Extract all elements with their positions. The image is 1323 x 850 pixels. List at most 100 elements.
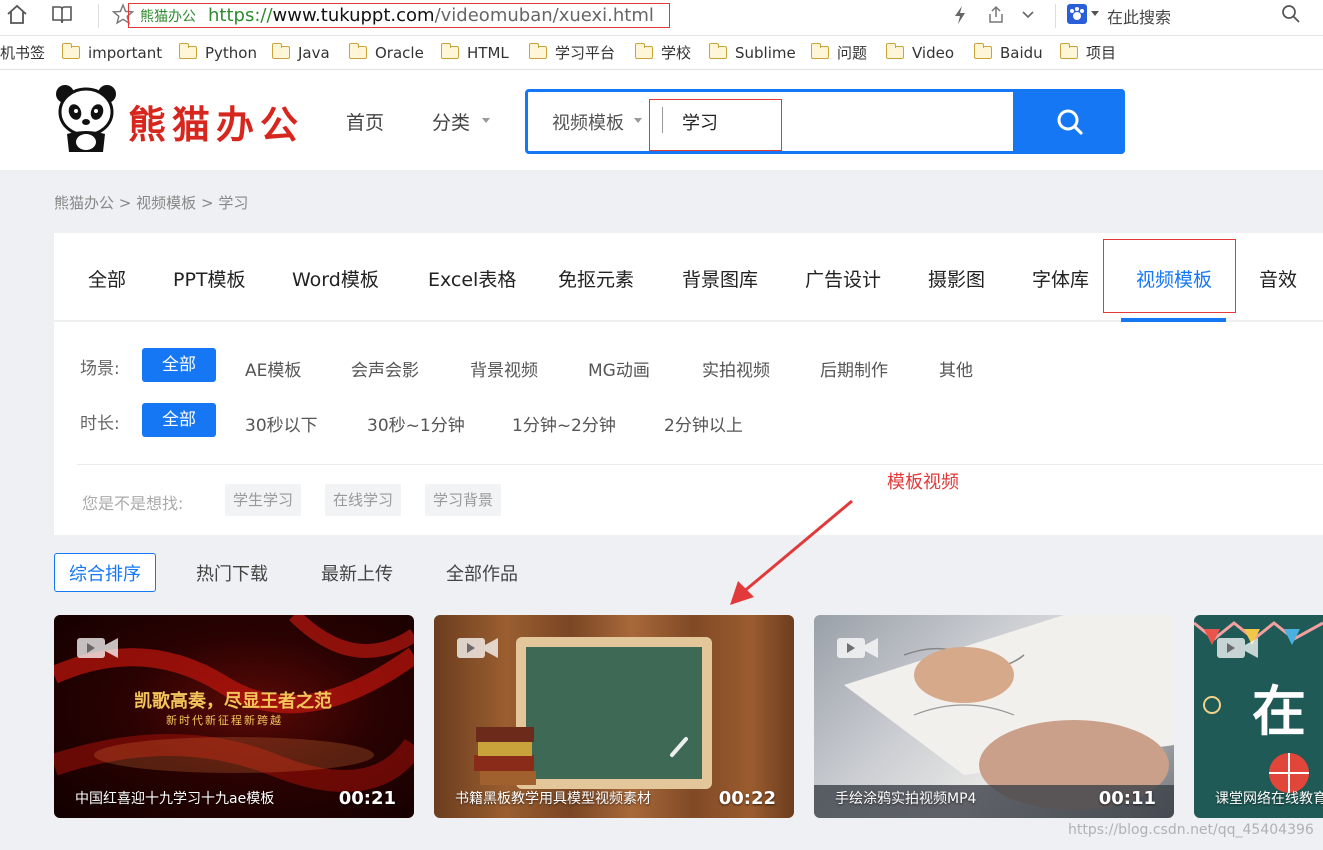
folder-icon [709, 43, 727, 59]
bookmark-folder-label: Oracle [375, 44, 424, 62]
card-duration: 00:11 [1098, 788, 1156, 809]
sort-latest[interactable]: 最新上传 [321, 560, 393, 586]
card-title: 书籍黑板教学用具模型视频素材 [455, 791, 651, 807]
bookmark-folder-label: important [88, 44, 163, 62]
search-button[interactable] [1013, 89, 1125, 154]
card-title: 中国红喜迎十九学习十九ae模板 [75, 791, 275, 807]
home-icon[interactable] [5, 3, 29, 25]
nav-category[interactable]: 分类 [432, 108, 470, 135]
scene-filter-item[interactable]: 后期制作 [820, 356, 888, 381]
suggest-tag[interactable]: 在线学习 [325, 484, 402, 516]
suggest-tag[interactable]: 学生学习 [225, 484, 302, 516]
duration-filter-item[interactable]: 1分钟~2分钟 [512, 411, 616, 436]
tab-elements[interactable]: 免抠元素 [558, 265, 634, 292]
breadcrumb-item[interactable]: 熊猫办公 [54, 194, 114, 212]
browser-search-input[interactable]: 在此搜索 [1107, 4, 1171, 28]
caret-down-icon[interactable] [481, 117, 491, 125]
video-card[interactable]: 手绘涂鸦实拍视频MP4 00:11 [814, 615, 1174, 818]
card-title: 课堂网络在线教育 [1215, 791, 1323, 807]
breadcrumb: 熊猫办公 > 视频模板 > 学习 [54, 192, 248, 213]
share-icon[interactable] [986, 5, 1006, 25]
search-type-select[interactable]: 视频模板 [552, 109, 624, 135]
nav-home[interactable]: 首页 [346, 108, 384, 135]
bookmark-folder[interactable]: HTML [441, 42, 509, 64]
sort-comprehensive[interactable]: 综合排序 [69, 560, 141, 586]
duration-filter-all[interactable]: 全部 [142, 403, 216, 437]
sort-hot-downloads[interactable]: 热门下载 [196, 560, 268, 586]
duration-filter-item[interactable]: 30秒~1分钟 [367, 411, 465, 436]
video-card[interactable]: 在 课堂网络在线教育 [1194, 615, 1323, 818]
scene-filter-all[interactable]: 全部 [142, 348, 216, 382]
folder-icon [179, 43, 197, 59]
tab-all[interactable]: 全部 [88, 265, 126, 292]
panda-logo-icon[interactable] [55, 82, 117, 154]
bookmark-folder[interactable]: Baidu [974, 42, 1043, 64]
video-camera-icon [1217, 638, 1258, 658]
scene-filter-item[interactable]: 会声会影 [351, 356, 419, 381]
bookmark-folder-label: Java [298, 44, 330, 62]
bookmark-folder[interactable]: Oracle [349, 42, 424, 64]
breadcrumb-item: 学习 [218, 194, 249, 212]
bookmark-folder[interactable]: 项目 [1060, 42, 1116, 64]
bookmark-folder-label: Sublime [735, 44, 796, 62]
video-camera-icon [457, 638, 498, 658]
reading-book-icon[interactable] [50, 3, 74, 25]
breadcrumb-separator: > [118, 194, 132, 212]
bookmark-folder[interactable]: Python [179, 42, 257, 64]
tab-fonts[interactable]: 字体库 [1032, 265, 1089, 292]
sort-all-works[interactable]: 全部作品 [446, 560, 518, 586]
folder-icon [635, 43, 653, 59]
video-card[interactable]: 凯歌高奏，尽显王者之范 新时代新征程新跨越 中国红喜迎十九学习十九ae模板 00… [54, 615, 414, 818]
scene-filter-item[interactable]: 其他 [939, 356, 973, 381]
bookmark-folder[interactable]: 学校 [635, 42, 691, 64]
scene-filter-item[interactable]: AE模板 [245, 356, 301, 381]
scene-filter-label: 场景: [80, 359, 120, 379]
toolbar-divider [98, 4, 99, 28]
duration-filter-item[interactable]: 30秒以下 [245, 411, 318, 436]
search-input-highlight-box [649, 99, 782, 151]
bookmarks-bar: 机书签 important Python Java Oracle HTML 学习… [0, 36, 1323, 70]
suggest-tag[interactable]: 学习背景 [425, 484, 502, 516]
bookmark-folder-label: HTML [467, 44, 509, 62]
search-icon[interactable] [1281, 4, 1301, 24]
lightning-icon[interactable] [952, 5, 968, 25]
annotation-label: 模板视频 [887, 472, 959, 493]
dropdown-caret-icon[interactable] [1090, 10, 1100, 18]
watermark-text: https://blog.csdn.net/qq_45404396 [1068, 822, 1314, 838]
tab-ppt[interactable]: PPT模板 [173, 265, 246, 292]
tab-word[interactable]: Word模板 [292, 265, 379, 292]
site-logo-text[interactable]: 熊猫办公 [128, 94, 304, 149]
folder-icon [811, 43, 829, 59]
tab-backgrounds[interactable]: 背景图库 [682, 265, 758, 292]
folder-icon [974, 43, 992, 59]
bookmark-folder[interactable]: 学习平台 [529, 42, 615, 64]
tab-photos[interactable]: 摄影图 [928, 265, 985, 292]
card-duration: 00:21 [338, 788, 396, 809]
duration-filter-item[interactable]: 2分钟以上 [664, 411, 743, 436]
bookmark-folder[interactable]: Java [272, 42, 330, 64]
duration-filter-label: 时长: [80, 414, 120, 434]
caret-down-icon[interactable] [633, 117, 643, 125]
chevron-down-icon[interactable] [1020, 7, 1036, 23]
bookmark-item[interactable]: 机书签 [0, 42, 45, 64]
breadcrumb-item[interactable]: 视频模板 [136, 194, 196, 212]
bookmark-folder[interactable]: important [62, 42, 162, 64]
bookmark-folder[interactable]: Sublime [709, 42, 796, 64]
breadcrumb-separator: > [200, 194, 214, 212]
folder-icon [349, 43, 367, 59]
suggest-label: 您是不是想找: [82, 494, 184, 513]
video-card[interactable]: 书籍黑板教学用具模型视频素材 00:22 [434, 615, 794, 818]
scene-filter-item[interactable]: 背景视频 [470, 356, 538, 381]
filter-divider [77, 464, 1323, 465]
browser-toolbar: 熊猫办公 https://www.tukuppt.com/videomuban/x… [0, 0, 1323, 36]
annotation-arrow-icon [730, 499, 853, 605]
tab-ad-design[interactable]: 广告设计 [805, 265, 881, 292]
tab-excel[interactable]: Excel表格 [428, 265, 516, 292]
bookmark-folder[interactable]: 问题 [811, 42, 867, 64]
scene-filter-item[interactable]: 实拍视频 [702, 356, 770, 381]
bookmark-folder[interactable]: Video [886, 42, 954, 64]
folder-icon [441, 43, 459, 59]
tab-sound-effects[interactable]: 音效 [1259, 265, 1297, 292]
search-engine-logo-icon[interactable] [1067, 4, 1087, 24]
scene-filter-item[interactable]: MG动画 [588, 356, 650, 381]
